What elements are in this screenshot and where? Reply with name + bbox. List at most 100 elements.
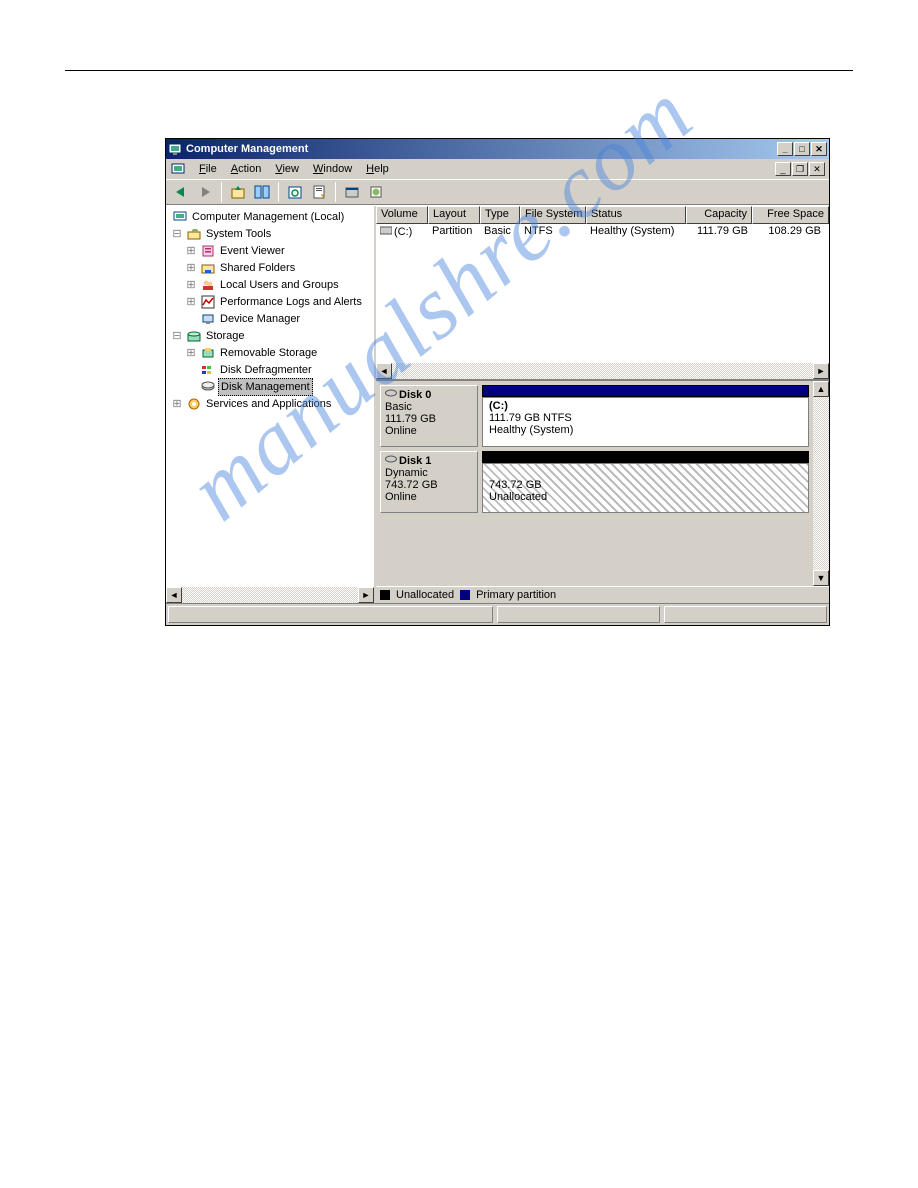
col-volume[interactable]: Volume [376, 206, 428, 224]
menu-window[interactable]: Window [306, 161, 359, 177]
expand-icon[interactable]: ⊞ [184, 243, 198, 259]
storage-icon [186, 328, 202, 344]
app-icon [168, 142, 182, 156]
volume-list: Volume Layout Type File System Status Ca… [376, 206, 829, 379]
menu-file[interactable]: File [192, 161, 224, 177]
legend-swatch-primary [460, 590, 470, 600]
close-button[interactable]: ✕ [811, 142, 827, 156]
window-title: Computer Management [186, 143, 308, 155]
show-hide-tree-button[interactable] [251, 181, 273, 203]
shared-folders-icon [200, 260, 216, 276]
disk-map-pane: Disk 0 Basic 111.79 GB Online (C:) 111.7… [376, 379, 829, 586]
maximize-button[interactable]: □ [794, 142, 810, 156]
forward-button[interactable] [194, 181, 216, 203]
scroll-up-icon[interactable]: ▲ [813, 381, 829, 397]
services-icon [186, 396, 202, 412]
tree-pane: Computer Management (Local) ⊟ System Too… [166, 206, 376, 603]
unallocated-space[interactable]: 743.72 GB Unallocated [482, 463, 809, 513]
col-type[interactable]: Type [480, 206, 520, 224]
tree-removable-storage[interactable]: ⊞ Removable Storage [170, 344, 372, 361]
partition-c[interactable]: (C:) 111.79 GB NTFS Healthy (System) [482, 397, 809, 447]
tree-hscrollbar[interactable]: ◄ ► [166, 587, 374, 603]
toolbar [166, 179, 829, 205]
disk-icon [385, 388, 399, 401]
col-capacity[interactable]: Capacity [686, 206, 752, 224]
back-button[interactable] [170, 181, 192, 203]
expand-icon[interactable]: ⊞ [184, 277, 198, 293]
statusbar [166, 603, 829, 625]
minimize-button[interactable]: _ [777, 142, 793, 156]
properties-button[interactable] [308, 181, 330, 203]
tree-disk-defragmenter[interactable]: Disk Defragmenter [170, 361, 372, 378]
collapse-icon[interactable]: ⊟ [170, 226, 184, 242]
legend-primary: Primary partition [476, 589, 556, 601]
disk-0-map[interactable]: (C:) 111.79 GB NTFS Healthy (System) [482, 385, 809, 447]
perf-icon [200, 294, 216, 310]
tools-icon [186, 226, 202, 242]
legend-unallocated: Unallocated [396, 589, 454, 601]
tree-device-manager[interactable]: Device Manager [170, 310, 372, 327]
collapse-icon[interactable]: ⊟ [170, 328, 184, 344]
tree-system-tools[interactable]: ⊟ System Tools [170, 225, 372, 242]
page-rule [65, 70, 853, 71]
legend: Unallocated Primary partition [376, 586, 829, 603]
menu-action[interactable]: Action [224, 161, 269, 177]
help-button[interactable] [365, 181, 387, 203]
scroll-left-icon[interactable]: ◄ [376, 363, 392, 379]
tree-disk-management[interactable]: Disk Management [170, 378, 372, 395]
users-icon [200, 277, 216, 293]
details-pane: Volume Layout Type File System Status Ca… [376, 206, 829, 603]
col-filesystem[interactable]: File System [520, 206, 586, 224]
col-status[interactable]: Status [586, 206, 686, 224]
computer-management-window: Computer Management _ □ ✕ File Action Vi… [165, 138, 830, 626]
tree-perf-logs[interactable]: ⊞ Performance Logs and Alerts [170, 293, 372, 310]
disk-icon [385, 454, 399, 467]
scroll-right-icon[interactable]: ► [358, 587, 374, 603]
settings-button[interactable] [341, 181, 363, 203]
scroll-left-icon[interactable]: ◄ [166, 587, 182, 603]
menubar: File Action View Window Help _ ❐ ✕ [166, 159, 829, 179]
disk-row-0[interactable]: Disk 0 Basic 111.79 GB Online (C:) 111.7… [380, 385, 809, 447]
tree-shared-folders[interactable]: ⊞ Shared Folders [170, 259, 372, 276]
list-hscrollbar[interactable]: ◄ ► [376, 363, 829, 379]
removable-icon [200, 345, 216, 361]
tree-services[interactable]: ⊞ Services and Applications [170, 395, 372, 412]
col-layout[interactable]: Layout [428, 206, 480, 224]
scroll-down-icon[interactable]: ▼ [813, 570, 829, 586]
expand-icon[interactable]: ⊞ [184, 294, 198, 310]
disk-1-map[interactable]: 743.72 GB Unallocated [482, 451, 809, 513]
tree-event-viewer[interactable]: ⊞ Event Viewer [170, 242, 372, 259]
menu-view[interactable]: View [268, 161, 306, 177]
primary-partition-bar [482, 385, 809, 397]
computer-icon [172, 209, 188, 225]
mdi-icon [170, 161, 186, 177]
unallocated-bar [482, 451, 809, 463]
disk-0-info: Disk 0 Basic 111.79 GB Online [380, 385, 478, 447]
menu-help[interactable]: Help [359, 161, 396, 177]
up-button[interactable] [227, 181, 249, 203]
diskmap-vscrollbar[interactable]: ▲ ▼ [813, 381, 829, 586]
expand-icon[interactable]: ⊞ [184, 345, 198, 361]
disk-1-info: Disk 1 Dynamic 743.72 GB Online [380, 451, 478, 513]
disk-mgmt-icon [200, 379, 216, 395]
client-area: Computer Management (Local) ⊟ System Too… [166, 205, 829, 603]
mdi-close-button[interactable]: ✕ [809, 162, 825, 176]
disk-row-1[interactable]: Disk 1 Dynamic 743.72 GB Online 743.72 G… [380, 451, 809, 513]
event-viewer-icon [200, 243, 216, 259]
device-icon [200, 311, 216, 327]
tree-local-users[interactable]: ⊞ Local Users and Groups [170, 276, 372, 293]
mdi-restore-button[interactable]: ❐ [792, 162, 808, 176]
expand-icon[interactable]: ⊞ [184, 260, 198, 276]
volume-icon [380, 225, 394, 238]
scroll-right-icon[interactable]: ► [813, 363, 829, 379]
expand-icon[interactable]: ⊞ [170, 396, 184, 412]
mdi-minimize-button[interactable]: _ [775, 162, 791, 176]
refresh-button[interactable] [284, 181, 306, 203]
volume-row[interactable]: (C:) Partition Basic NTFS Healthy (Syste… [376, 224, 829, 239]
tree-root[interactable]: Computer Management (Local) [170, 208, 372, 225]
legend-swatch-unallocated [380, 590, 390, 600]
col-freespace[interactable]: Free Space [752, 206, 829, 224]
tree-storage[interactable]: ⊟ Storage [170, 327, 372, 344]
list-header: Volume Layout Type File System Status Ca… [376, 206, 829, 224]
titlebar[interactable]: Computer Management _ □ ✕ [166, 139, 829, 159]
